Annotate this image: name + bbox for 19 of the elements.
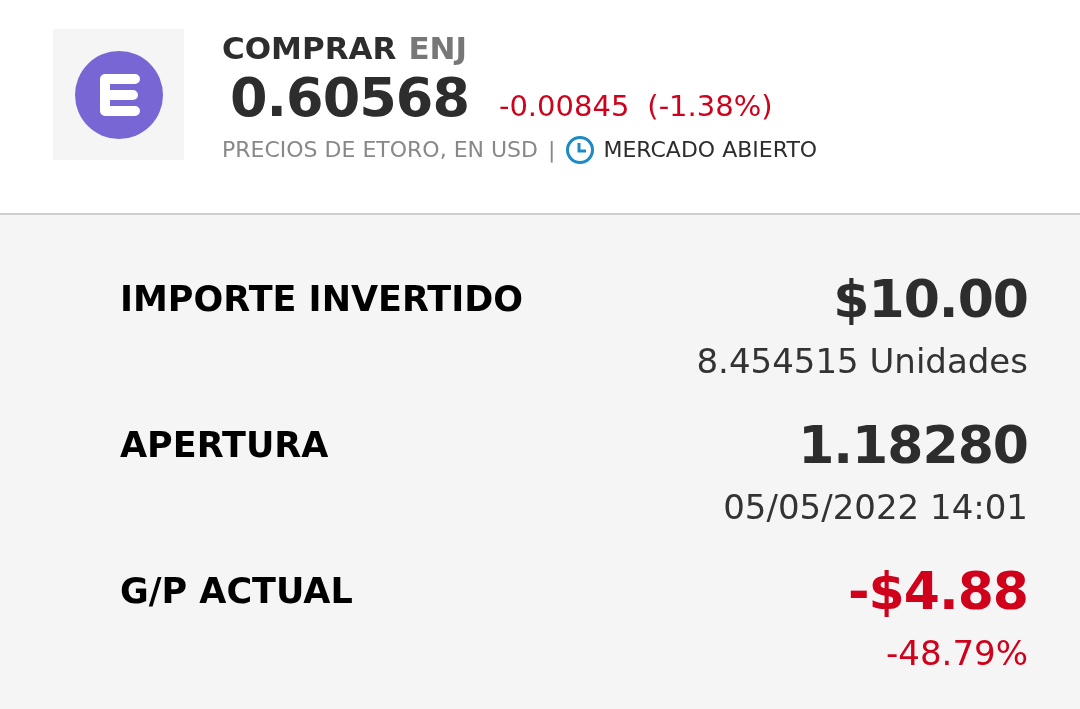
price-value: 0.60568 bbox=[230, 65, 469, 131]
row-label: IMPORTE INVERTIDO bbox=[120, 278, 523, 321]
symbol-label: ENJ bbox=[408, 29, 468, 67]
row-label: G/P ACTUAL bbox=[120, 570, 353, 613]
separator-text: | bbox=[548, 136, 556, 165]
clock-icon bbox=[565, 135, 596, 165]
row-value: 1.18280 bbox=[798, 414, 1028, 477]
market-status-text: MERCADO ABIERTO bbox=[603, 136, 818, 164]
row-detail: -48.79% bbox=[886, 632, 1028, 675]
coin-logo-icon bbox=[74, 50, 163, 139]
price-source-text: PRECIOS DE ETORO, EN USD bbox=[222, 136, 538, 164]
row-value: -$4.88 bbox=[847, 560, 1028, 623]
price-change: -0.00845 bbox=[498, 88, 630, 125]
row-value: $10.00 bbox=[833, 268, 1028, 331]
row-label: APERTURA bbox=[120, 424, 329, 467]
row-detail: 05/05/2022 14:01 bbox=[723, 486, 1028, 529]
price-change-percent: (-1.38%) bbox=[647, 88, 773, 125]
action-label: COMPRAR bbox=[222, 29, 397, 67]
row-detail: 8.454515 Unidades bbox=[696, 340, 1028, 383]
